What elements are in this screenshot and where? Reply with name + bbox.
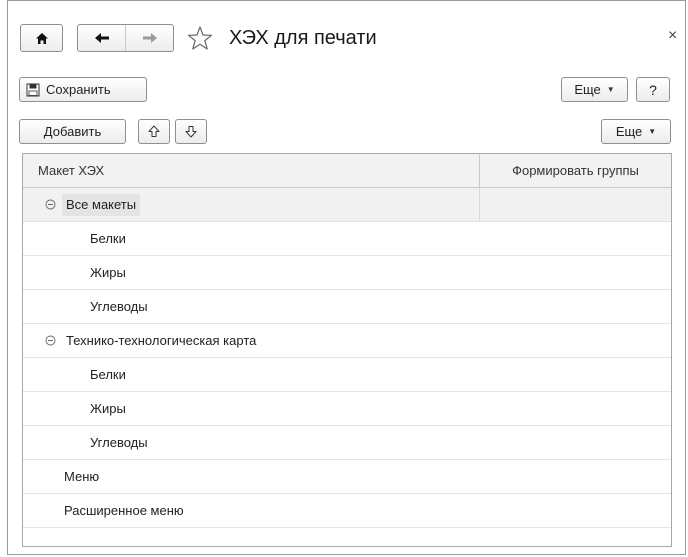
- row-form-groups-cell[interactable]: [480, 494, 671, 527]
- move-up-button[interactable]: [138, 119, 170, 144]
- row-form-groups-cell[interactable]: [480, 358, 671, 391]
- row-label: Технико-технологическая карта: [66, 333, 257, 348]
- help-button[interactable]: ?: [636, 77, 670, 102]
- home-icon: [35, 32, 48, 44]
- table-more-menu-button[interactable]: Еще ▼: [601, 119, 671, 144]
- caret-down-icon: ▼: [648, 127, 657, 136]
- table-row[interactable]: Белки: [23, 358, 671, 392]
- row-label: Меню: [64, 469, 100, 484]
- table-header: Макет ХЭХ Формировать группы: [23, 154, 671, 188]
- add-button[interactable]: Добавить: [19, 119, 126, 144]
- table-row[interactable]: Углеводы: [23, 426, 671, 460]
- row-form-groups-cell[interactable]: [480, 290, 671, 323]
- row-label: Углеводы: [90, 435, 148, 450]
- collapse-circle-icon[interactable]: [44, 198, 57, 211]
- column-header-layout[interactable]: Макет ХЭХ: [23, 154, 480, 187]
- table-row[interactable]: Белки: [23, 222, 671, 256]
- move-down-button[interactable]: [175, 119, 207, 144]
- row-form-groups-cell[interactable]: [480, 222, 671, 255]
- arrow-down-icon: [185, 126, 197, 138]
- table-more-menu-label: Еще: [615, 124, 643, 139]
- row-form-groups-cell[interactable]: [480, 392, 671, 425]
- row-form-groups-cell[interactable]: [480, 324, 671, 357]
- row-form-groups-cell[interactable]: [480, 188, 671, 221]
- row-label: Расширенное меню: [64, 503, 184, 518]
- column-header-form-groups[interactable]: Формировать группы: [480, 154, 671, 187]
- table-row[interactable]: Расширенное меню: [23, 494, 671, 528]
- table-row[interactable]: Жиры: [23, 392, 671, 426]
- layouts-table[interactable]: Макет ХЭХ Формировать группы Все макеты …: [22, 153, 672, 547]
- form-window: ХЭХ для печати × Сохранить Еще ▼ ? Добав…: [7, 0, 686, 555]
- row-label: Жиры: [90, 265, 126, 280]
- table-row[interactable]: Технико-технологическая карта: [23, 324, 671, 358]
- home-button[interactable]: [20, 24, 63, 52]
- forward-button[interactable]: [125, 25, 173, 51]
- arrow-right-icon: [142, 33, 157, 43]
- floppy-disk-icon: [26, 83, 40, 96]
- save-button-label: Сохранить: [46, 82, 111, 97]
- table-row[interactable]: Жиры: [23, 256, 671, 290]
- arrow-left-icon: [94, 33, 109, 43]
- row-form-groups-cell[interactable]: [480, 460, 671, 493]
- star-icon[interactable]: [187, 25, 213, 51]
- row-form-groups-cell[interactable]: [480, 426, 671, 459]
- page-title: ХЭХ для печати: [229, 27, 377, 49]
- row-label: Все макеты: [62, 193, 141, 216]
- arrow-up-icon: [148, 125, 160, 137]
- row-form-groups-cell[interactable]: [480, 256, 671, 289]
- more-menu-label: Еще: [574, 82, 601, 97]
- row-label: Углеводы: [90, 299, 148, 314]
- row-label: Жиры: [90, 401, 126, 416]
- more-menu-button[interactable]: Еще ▼: [561, 77, 628, 102]
- row-label: Белки: [90, 231, 126, 246]
- close-button[interactable]: ×: [668, 27, 677, 45]
- collapse-circle-icon[interactable]: [44, 334, 57, 347]
- table-row[interactable]: Меню: [23, 460, 671, 494]
- navigation-buttons: [77, 24, 174, 52]
- table-row[interactable]: Все макеты: [23, 188, 671, 222]
- caret-down-icon: ▼: [606, 85, 615, 94]
- row-label: Белки: [90, 367, 126, 382]
- table-row[interactable]: Углеводы: [23, 290, 671, 324]
- back-button[interactable]: [78, 25, 125, 51]
- save-button[interactable]: Сохранить: [19, 77, 147, 102]
